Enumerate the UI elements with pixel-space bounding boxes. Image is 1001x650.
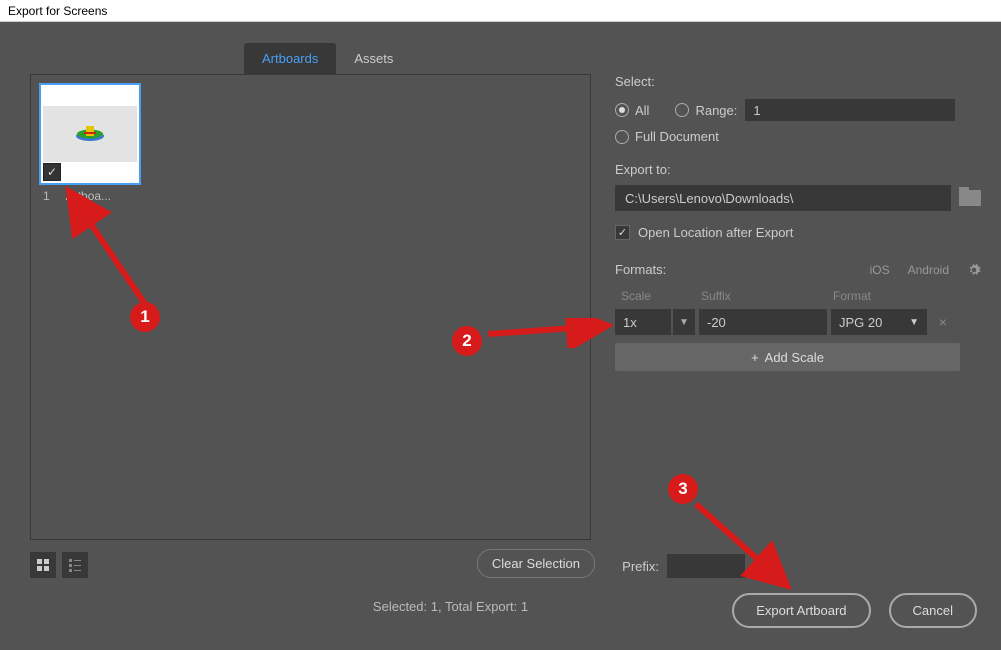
preset-ios[interactable]: iOS bbox=[870, 263, 890, 277]
artboard-selected-check[interactable]: ✓ bbox=[43, 163, 61, 181]
open-location-label: Open Location after Export bbox=[638, 225, 793, 240]
tab-bar: Artboards Assets bbox=[0, 22, 1001, 74]
artboard-index: 1 bbox=[43, 189, 50, 203]
cancel-button[interactable]: Cancel bbox=[889, 593, 977, 628]
radio-icon bbox=[615, 103, 629, 117]
radio-icon bbox=[675, 103, 689, 117]
list-view-button[interactable] bbox=[62, 552, 88, 578]
radio-range[interactable]: Range: bbox=[675, 103, 737, 118]
remove-row-icon[interactable]: × bbox=[933, 314, 953, 330]
radio-all[interactable]: All bbox=[615, 103, 649, 118]
annotation-1: 1 bbox=[130, 302, 160, 332]
artwork-preview-icon bbox=[73, 124, 107, 144]
export-to-label: Export to: bbox=[615, 162, 981, 177]
grid-icon bbox=[36, 558, 50, 572]
radio-range-label: Range: bbox=[695, 103, 737, 118]
window-title: Export for Screens bbox=[8, 4, 107, 18]
formats-label: Formats: bbox=[615, 262, 666, 277]
radio-full-document-label: Full Document bbox=[635, 129, 719, 144]
scale-dropdown[interactable]: ▼ bbox=[673, 309, 695, 335]
export-path-input[interactable] bbox=[615, 185, 951, 211]
artboard-list-pane: ✓ 1 Artboa... bbox=[30, 74, 591, 540]
annotation-2: 2 bbox=[452, 326, 482, 356]
format-value: JPG 20 bbox=[839, 315, 882, 330]
gear-icon[interactable] bbox=[967, 263, 981, 277]
plus-icon: + bbox=[751, 350, 759, 365]
suffix-input[interactable] bbox=[699, 309, 827, 335]
list-icon bbox=[68, 558, 82, 572]
radio-icon bbox=[615, 130, 629, 144]
prefix-label: Prefix: bbox=[622, 559, 659, 574]
tab-artboards[interactable]: Artboards bbox=[244, 43, 336, 74]
header-scale: Scale bbox=[621, 289, 701, 303]
artboard-name: Artboa... bbox=[66, 189, 111, 203]
clear-selection-button[interactable]: Clear Selection bbox=[477, 549, 595, 578]
checkbox-icon bbox=[615, 225, 630, 240]
annotation-3: 3 bbox=[668, 474, 698, 504]
header-format: Format bbox=[833, 289, 981, 303]
browse-folder-icon[interactable] bbox=[959, 190, 981, 206]
radio-all-label: All bbox=[635, 103, 649, 118]
tab-assets[interactable]: Assets bbox=[336, 43, 411, 74]
select-label: Select: bbox=[615, 74, 981, 89]
export-artboard-button[interactable]: Export Artboard bbox=[732, 593, 870, 628]
add-scale-button[interactable]: + Add Scale bbox=[615, 343, 960, 371]
add-scale-label: Add Scale bbox=[765, 350, 824, 365]
grid-view-button[interactable] bbox=[30, 552, 56, 578]
export-dialog: Artboards Assets bbox=[0, 22, 1001, 650]
open-location-checkbox[interactable]: Open Location after Export bbox=[615, 225, 981, 240]
chevron-down-icon: ▼ bbox=[909, 317, 919, 328]
range-input[interactable] bbox=[745, 99, 955, 121]
artboard-thumbnail[interactable]: ✓ 1 Artboa... bbox=[39, 83, 141, 203]
format-select[interactable]: JPG 20 ▼ bbox=[831, 309, 927, 335]
export-options-pane: Select: All Range: Full Document Export bbox=[591, 74, 981, 540]
prefix-input[interactable] bbox=[667, 554, 745, 578]
titlebar: Export for Screens bbox=[0, 0, 1001, 22]
preset-android[interactable]: Android bbox=[908, 263, 949, 277]
radio-full-document[interactable]: Full Document bbox=[615, 129, 719, 144]
header-suffix: Suffix bbox=[701, 289, 833, 303]
scale-input[interactable] bbox=[615, 309, 671, 335]
